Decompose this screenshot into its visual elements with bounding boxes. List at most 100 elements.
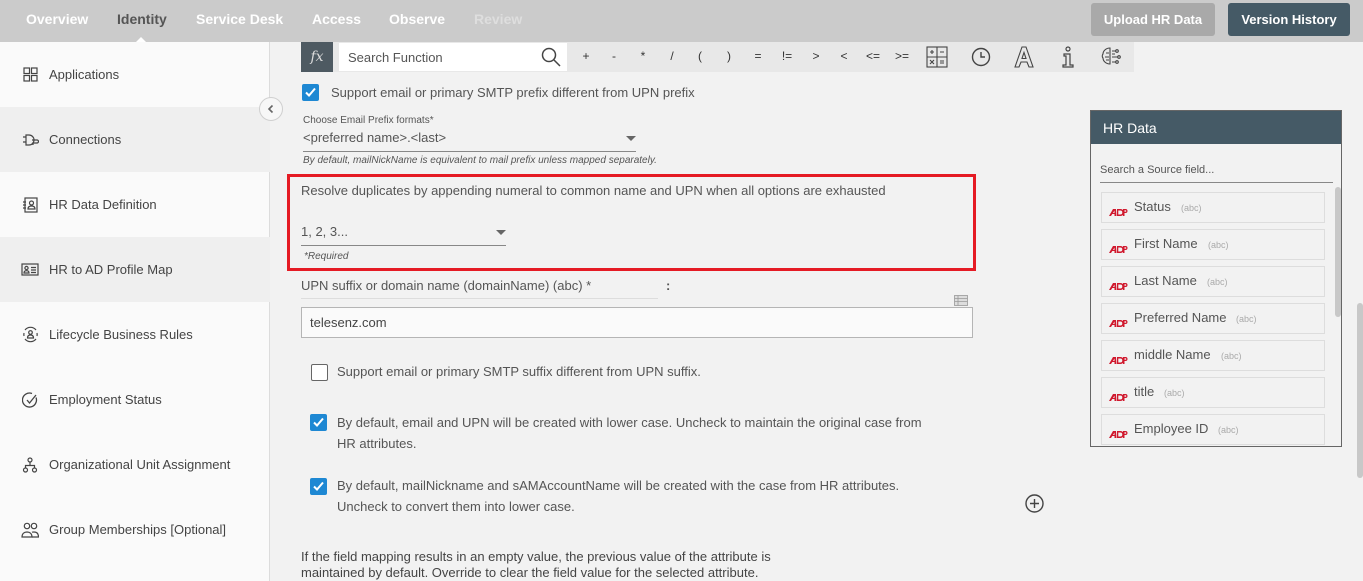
email-prefix-hint: By default, mailNickName is equivalent t… [303, 155, 657, 166]
text-icon[interactable] [1012, 45, 1036, 69]
add-circle-icon[interactable] [1025, 494, 1044, 518]
case-checkbox[interactable] [310, 478, 327, 495]
grid-icon [21, 66, 39, 84]
hr-panel-scrollbar[interactable] [1335, 187, 1341, 317]
tab-identity[interactable]: Identity [117, 11, 167, 27]
duplicates-label: Resolve duplicates by appending numeral … [301, 183, 886, 198]
page-scrollbar[interactable] [1357, 303, 1363, 478]
adp-logo-icon [1108, 426, 1128, 444]
tab-access[interactable]: Access [312, 11, 361, 27]
operator-multiply[interactable]: * [633, 49, 653, 63]
smtp-suffix-checkbox[interactable] [311, 364, 328, 381]
operator-greater[interactable]: > [806, 49, 826, 63]
user-cycle-icon [21, 326, 39, 344]
sidebar-item-employment-status[interactable]: Employment Status [0, 367, 270, 432]
operator-open-paren[interactable]: ( [690, 49, 710, 63]
hr-field-item[interactable]: title (abc) [1101, 377, 1325, 408]
lowercase-checkbox[interactable] [310, 414, 327, 431]
sidebar-item-label: Employment Status [49, 392, 162, 407]
contact-book-icon [21, 196, 39, 214]
hr-field-type: (abc) [1181, 203, 1202, 213]
smtp-prefix-checkbox[interactable] [302, 84, 319, 101]
hr-field-name: Employee ID [1134, 421, 1209, 436]
hr-field-type: (abc) [1207, 277, 1228, 287]
collapse-sidebar-button[interactable] [259, 97, 283, 121]
hr-field-type: (abc) [1208, 240, 1229, 250]
lowercase-label-line2: HR attributes. [337, 436, 417, 451]
hr-field-item[interactable]: First Name (abc) [1101, 229, 1325, 260]
calculator-icon[interactable] [925, 45, 949, 69]
hr-field-name: title [1134, 384, 1155, 399]
sidebar-item-lifecycle-business-rules[interactable]: Lifecycle Business Rules [0, 302, 270, 367]
search-icon[interactable] [541, 47, 561, 67]
sidebar-item-organizational-unit-assignment[interactable]: Organizational Unit Assignment [0, 432, 270, 497]
operator-minus[interactable]: - [604, 49, 624, 63]
sidebar-item-group-memberships[interactable]: Group Memberships [Optional] [0, 497, 270, 562]
tab-observe[interactable]: Observe [389, 11, 445, 27]
smtp-suffix-label: Support email or primary SMTP suffix dif… [337, 364, 701, 379]
operator-plus[interactable]: + [576, 49, 596, 63]
source-field-search-input[interactable] [1100, 157, 1333, 183]
operator-less-equal[interactable]: <= [863, 49, 883, 63]
empty-value-note-line1: If the field mapping results in an empty… [301, 549, 771, 564]
sidebar-item-label: Group Memberships [Optional] [49, 522, 227, 537]
empty-value-note-line2: maintained by default. Override to clear… [301, 565, 759, 580]
adp-logo-icon [1108, 204, 1128, 222]
ai-brain-icon[interactable] [1099, 45, 1123, 69]
tab-overview[interactable]: Overview [26, 11, 88, 27]
operator-equals[interactable]: = [748, 49, 768, 63]
sidebar-item-label: Connections [49, 132, 122, 147]
adp-logo-icon [1108, 278, 1128, 296]
chevron-down-icon [626, 136, 636, 141]
version-history-button[interactable]: Version History [1228, 3, 1350, 36]
sidebar-item-connections[interactable]: Connections [0, 107, 270, 172]
adp-logo-icon [1108, 389, 1128, 407]
sidebar-item-hr-data-definition[interactable]: HR Data Definition [0, 172, 270, 237]
operator-not-equals[interactable]: != [777, 49, 797, 63]
hr-field-name: First Name [1134, 236, 1198, 251]
hr-field-item[interactable]: Employee ID (abc) [1101, 414, 1325, 445]
top-nav-bar: Overview Identity Service Desk Access Ob… [0, 0, 1363, 42]
upn-suffix-separator: : [666, 278, 671, 293]
hr-data-panel: HR Data Status(abc)First Name(abc)Last N… [1090, 110, 1342, 447]
function-search-input[interactable] [339, 43, 567, 71]
sidebar-item-label: HR Data Definition [49, 197, 157, 212]
hr-field-name: Last Name [1134, 273, 1197, 288]
upload-hr-data-button[interactable]: Upload HR Data [1091, 3, 1215, 36]
required-hint: *Required [304, 251, 349, 262]
sidebar: Applications Connections HR Data Definit… [0, 42, 270, 581]
users-icon [21, 521, 39, 539]
adp-logo-icon [1108, 352, 1128, 370]
sidebar-item-applications[interactable]: Applications [0, 42, 270, 107]
checkmark-icon [313, 417, 324, 427]
upn-suffix-underline [301, 298, 658, 299]
check-circle-icon [21, 391, 39, 409]
org-chart-icon [21, 456, 39, 474]
operator-greater-equal[interactable]: >= [892, 49, 912, 63]
hr-field-item[interactable]: middle Name (abc) [1101, 340, 1325, 371]
hr-field-item[interactable]: Last Name (abc) [1101, 266, 1325, 297]
clock-icon[interactable] [969, 45, 993, 69]
tab-service-desk[interactable]: Service Desk [196, 11, 283, 27]
hr-field-item[interactable]: Preferred Name (abc) [1101, 303, 1325, 334]
upn-suffix-input[interactable] [301, 307, 973, 338]
hr-field-type: (abc) [1221, 351, 1242, 361]
checkmark-icon [305, 87, 316, 97]
hr-field-name: Preferred Name [1134, 310, 1227, 325]
lowercase-label-line1: By default, email and UPN will be create… [337, 415, 922, 430]
operator-close-paren[interactable]: ) [719, 49, 739, 63]
operator-less[interactable]: < [834, 49, 854, 63]
hr-field-type: (abc) [1236, 314, 1257, 324]
plug-icon [21, 131, 39, 149]
sidebar-item-label: Organizational Unit Assignment [49, 457, 231, 472]
case-label-line1: By default, mailNickname and sAMAccountN… [337, 478, 900, 493]
info-icon[interactable] [1056, 45, 1080, 69]
duplicates-select[interactable]: 1, 2, 3... [301, 224, 506, 246]
duplicates-value: 1, 2, 3... [301, 224, 348, 239]
operator-divide[interactable]: / [662, 49, 682, 63]
email-prefix-value: <preferred name>.<last> [303, 130, 447, 145]
function-button[interactable]: fx [301, 42, 333, 72]
email-prefix-select[interactable]: <preferred name>.<last> [303, 130, 636, 152]
sidebar-item-hr-to-ad-profile-map[interactable]: HR to AD Profile Map [0, 237, 270, 302]
hr-field-item[interactable]: Status (abc) [1101, 192, 1325, 223]
